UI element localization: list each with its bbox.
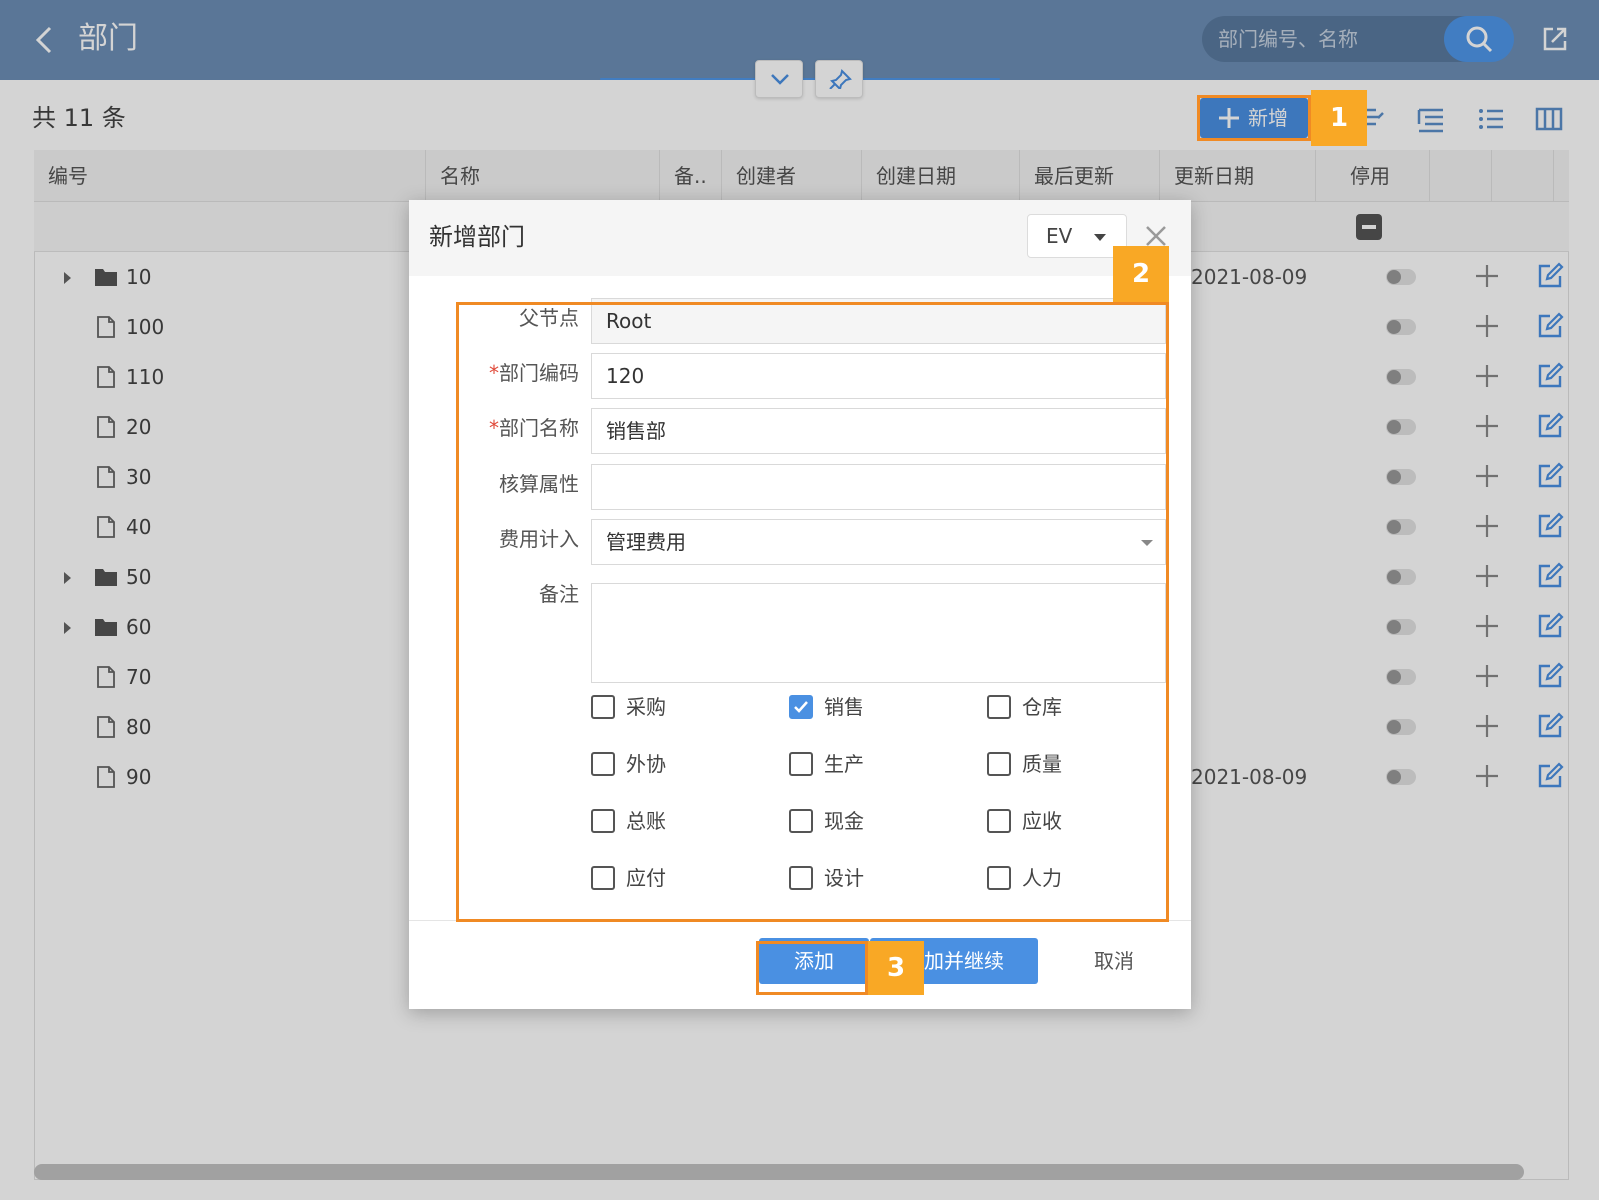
close-icon[interactable] [1144, 224, 1168, 248]
callout-badge-2: 2 [1113, 246, 1169, 302]
callout-highlight-add-button [1197, 95, 1311, 141]
language-select[interactable]: EV [1027, 214, 1127, 258]
caret-down-icon [1094, 234, 1106, 241]
callout-highlight-add-confirm [756, 941, 868, 995]
language-value: EV [1046, 224, 1073, 248]
callout-badge-3: 3 [868, 941, 924, 995]
cancel-button[interactable]: 取消 [1069, 938, 1159, 984]
callout-highlight-form [456, 302, 1169, 922]
callout-badge-1: 1 [1311, 90, 1367, 146]
app-window: 部门 共 11 条 新增 编号 名称 备.. 创建者 创建日期 最后更新 更新日… [0, 0, 1599, 1200]
dialog-title: 新增部门 [429, 223, 525, 251]
